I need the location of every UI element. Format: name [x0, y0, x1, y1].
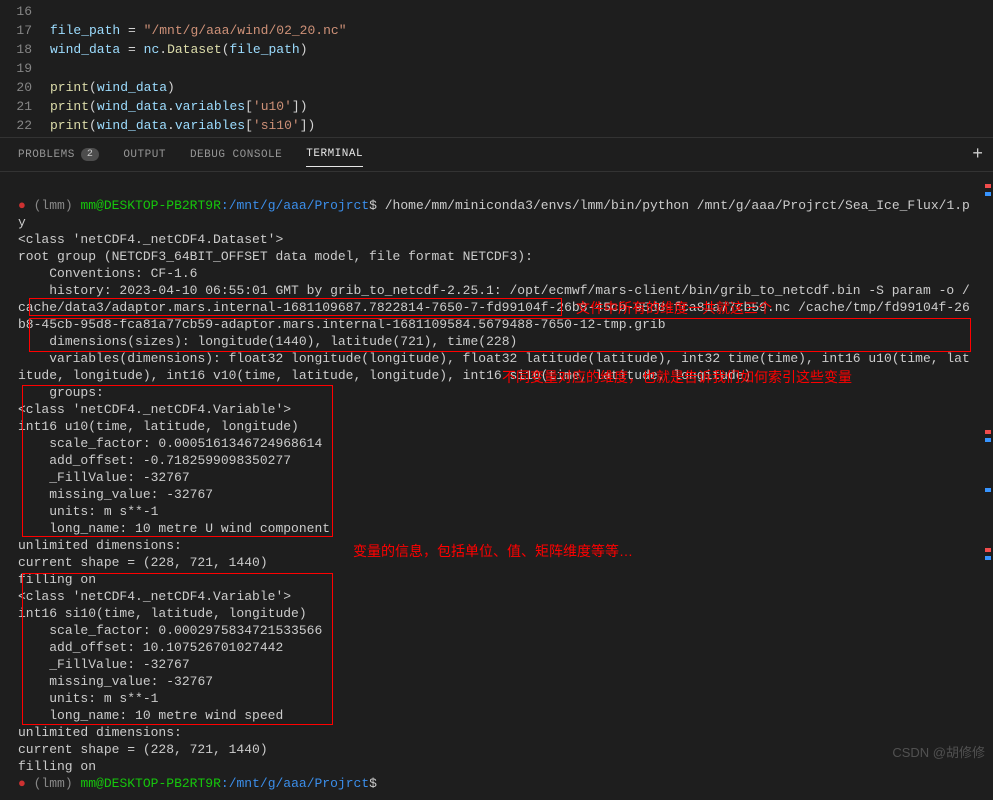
output-line: long_name: 10 metre U wind component: [18, 521, 330, 536]
code-content[interactable]: print(wind_data.variables['si10']): [50, 116, 993, 135]
output-line: variables(dimensions): float32 longitude…: [18, 351, 970, 383]
code-content[interactable]: [50, 59, 993, 78]
code-line[interactable]: 16: [0, 2, 993, 21]
output-line: missing_value: -32767: [18, 487, 213, 502]
output-line: units: m s**-1: [18, 691, 158, 706]
user-host: mm@DESKTOP-PB2RT9R: [80, 198, 220, 213]
code-content[interactable]: [50, 2, 993, 21]
line-number: 16: [0, 2, 50, 21]
code-line[interactable]: 22print(wind_data.variables['si10']): [0, 116, 993, 135]
output-line: filling on: [18, 759, 96, 774]
terminal-output[interactable]: ● (lmm) mm@DESKTOP-PB2RT9R:/mnt/g/aaa/Pr…: [0, 172, 993, 800]
code-line[interactable]: 21print(wind_data.variables['u10']): [0, 97, 993, 116]
output-line: root group (NETCDF3_64BIT_OFFSET data mo…: [18, 249, 533, 264]
problems-badge: 2: [81, 148, 100, 161]
output-line: unlimited dimensions:: [18, 725, 182, 740]
output-line: filling on: [18, 572, 96, 587]
output-line: current shape = (228, 721, 1440): [18, 555, 268, 570]
output-line: missing_value: -32767: [18, 674, 213, 689]
minimap-scroll[interactable]: [985, 170, 991, 760]
output-line: add_offset: -0.7182599098350277: [18, 453, 291, 468]
user-host: mm@DESKTOP-PB2RT9R: [80, 776, 220, 791]
line-number: 20: [0, 78, 50, 97]
tab-output[interactable]: OUTPUT: [123, 149, 166, 161]
output-line: units: m s**-1: [18, 504, 158, 519]
output-line: unlimited dimensions:: [18, 538, 182, 553]
line-number: 18: [0, 40, 50, 59]
output-line: scale_factor: 0.0005161346724968614: [18, 436, 322, 451]
output-line: _FillValue: -32767: [18, 657, 190, 672]
code-line[interactable]: 17file_path = "/mnt/g/aaa/wind/02_20.nc": [0, 21, 993, 40]
output-line: _FillValue: -32767: [18, 470, 190, 485]
line-number: 19: [0, 59, 50, 78]
prompt-dollar: $: [369, 776, 377, 791]
panel-tabs: PROBLEMS 2 OUTPUT DEBUG CONSOLE TERMINAL…: [0, 137, 993, 172]
output-line: <class 'netCDF4._netCDF4.Dataset'>: [18, 232, 283, 247]
output-line: groups:: [18, 385, 104, 400]
cwd: :/mnt/g/aaa/Projrct: [221, 198, 369, 213]
output-line: current shape = (228, 721, 1440): [18, 742, 268, 757]
output-line: <class 'netCDF4._netCDF4.Variable'>: [18, 589, 291, 604]
output-line: <class 'netCDF4._netCDF4.Variable'>: [18, 402, 291, 417]
code-content[interactable]: file_path = "/mnt/g/aaa/wind/02_20.nc": [50, 21, 993, 40]
output-line: history: 2023-04-10 06:55:01 GMT by grib…: [18, 283, 970, 332]
prompt-indicator: ●: [18, 776, 26, 791]
tab-problems[interactable]: PROBLEMS 2: [18, 148, 99, 161]
code-content[interactable]: wind_data = nc.Dataset(file_path): [50, 40, 993, 59]
output-line: Conventions: CF-1.6: [18, 266, 197, 281]
add-terminal-icon[interactable]: +: [972, 145, 983, 165]
output-line: int16 si10(time, latitude, longitude): [18, 606, 307, 621]
watermark: CSDN @胡修修: [892, 742, 985, 761]
code-line[interactable]: 18wind_data = nc.Dataset(file_path): [0, 40, 993, 59]
line-number: 22: [0, 116, 50, 135]
output-line: int16 u10(time, latitude, longitude): [18, 419, 299, 434]
line-number: 17: [0, 21, 50, 40]
conda-env: (lmm): [34, 198, 73, 213]
conda-env: (lmm): [34, 776, 73, 791]
code-content[interactable]: print(wind_data.variables['u10']): [50, 97, 993, 116]
prompt-dollar: $: [369, 198, 377, 213]
output-line: scale_factor: 0.0002975834721533566: [18, 623, 322, 638]
tab-debug-console[interactable]: DEBUG CONSOLE: [190, 149, 282, 161]
line-number: 21: [0, 97, 50, 116]
code-line[interactable]: 20print(wind_data): [0, 78, 993, 97]
output-line: dimensions(sizes): longitude(1440), lati…: [18, 334, 517, 349]
code-line[interactable]: 19: [0, 59, 993, 78]
prompt-indicator: ●: [18, 198, 26, 213]
code-editor[interactable]: 1617file_path = "/mnt/g/aaa/wind/02_20.n…: [0, 0, 993, 137]
output-line: add_offset: 10.107526701027442: [18, 640, 283, 655]
cwd: :/mnt/g/aaa/Projrct: [221, 776, 369, 791]
tab-terminal[interactable]: TERMINAL: [306, 148, 363, 167]
output-line: long_name: 10 metre wind speed: [18, 708, 283, 723]
code-content[interactable]: print(wind_data): [50, 78, 993, 97]
